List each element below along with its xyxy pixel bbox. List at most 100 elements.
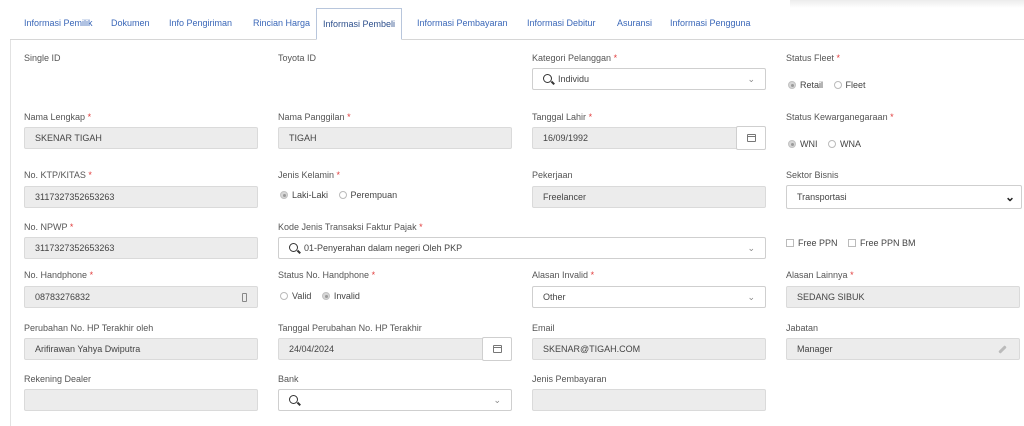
jabatan-field[interactable]: Manager: [786, 338, 1020, 360]
radio-laki-laki[interactable]: [280, 190, 288, 199]
radio-invalid[interactable]: [321, 291, 330, 300]
calendar-icon: [747, 134, 756, 142]
kode-faktur-select[interactable]: 01-Penyerahan dalam negeri Oleh PKP ⌄: [278, 237, 766, 259]
chevron-down-icon: ⌄: [747, 292, 755, 302]
radio-valid[interactable]: [280, 291, 288, 300]
tab-informasi-debitur[interactable]: Informasi Debitur: [527, 8, 596, 40]
jenis-pembayaran-field[interactable]: [532, 389, 766, 411]
nama-lengkap-label: Nama Lengkap *: [24, 112, 92, 122]
tanggal-lahir-label: Tanggal Lahir *: [532, 112, 593, 122]
ktp-field[interactable]: 3117327352653263: [24, 186, 258, 208]
chevron-down-icon: ⌄: [747, 74, 755, 84]
jenis-kelamin-label: Jenis Kelamin *: [278, 170, 341, 180]
chevron-down-icon: ⌄: [1004, 190, 1015, 204]
phone-icon: [242, 293, 247, 302]
tanggal-perubahan-field[interactable]: 24/04/2024: [278, 338, 484, 360]
bank-label: Bank: [278, 374, 299, 384]
free-ppn-label: Free PPN: [798, 238, 838, 248]
kategori-label: Kategori Pelanggan *: [532, 53, 618, 63]
kode-faktur-label: Kode Jenis Transaksi Faktur Pajak *: [278, 222, 423, 232]
radio-perempuan[interactable]: [338, 190, 347, 199]
chevron-down-icon: ⌄: [493, 395, 501, 405]
single-id-label: Single ID: [24, 53, 61, 63]
free-ppn-group: Free PPN Free PPN BM: [786, 236, 916, 250]
tab-informasi-pembayaran[interactable]: Informasi Pembayaran: [417, 8, 508, 40]
radio-wni[interactable]: [788, 139, 796, 148]
search-icon: [543, 74, 552, 84]
perubahan-oleh-label: Perubahan No. HP Terakhir oleh: [24, 323, 154, 333]
pekerjaan-field[interactable]: Freelancer: [532, 186, 766, 208]
tab-rincian-harga[interactable]: Rincian Harga: [253, 8, 310, 40]
alasan-invalid-label: Alasan Invalid *: [532, 270, 595, 280]
jenis-pembayaran-label: Jenis Pembayaran: [532, 374, 607, 384]
ktp-label: No. KTP/KITAS *: [24, 170, 92, 180]
pencil-icon: [998, 345, 1007, 354]
calendar-icon: [493, 345, 502, 353]
alasan-invalid-value: Other: [543, 292, 566, 302]
kewarganegaraan-group: WNI WNA: [788, 137, 861, 151]
sektor-bisnis-select[interactable]: Transportasi ⌄: [786, 185, 1022, 209]
radio-valid-label: Valid: [292, 291, 312, 301]
tab-informasi-pembeli[interactable]: Informasi Pembeli: [316, 8, 403, 40]
tab-informasi-pengguna[interactable]: Informasi Pengguna: [670, 8, 751, 40]
radio-retail-label: Retail: [800, 80, 824, 90]
radio-laki-laki-label: Laki-Laki: [292, 190, 329, 200]
sektor-bisnis-value: Transportasi: [797, 192, 847, 202]
npwp-label: No. NPWP *: [24, 222, 74, 232]
alasan-lainnya-field[interactable]: SEDANG SIBUK: [786, 286, 1020, 308]
free-ppn-bm-label: Free PPN BM: [860, 238, 916, 248]
kategori-value: Individu: [558, 74, 590, 84]
radio-perempuan-label: Perempuan: [350, 190, 398, 200]
buyer-info-page: Informasi Pemilik Dokumen Info Pengirima…: [0, 0, 1024, 426]
status-hp-label: Status No. Handphone *: [278, 270, 376, 280]
handphone-label: No. Handphone *: [24, 270, 94, 280]
email-label: Email: [532, 323, 555, 333]
tanggal-lahir-calendar-button[interactable]: [736, 126, 766, 150]
handphone-field[interactable]: 08783276832: [24, 286, 258, 308]
radio-retail[interactable]: [788, 80, 796, 89]
radio-fleet[interactable]: [833, 80, 842, 89]
free-ppn-bm-checkbox[interactable]: [848, 238, 857, 247]
jenis-kelamin-group: Laki-Laki Perempuan: [280, 188, 397, 202]
status-fleet-label: Status Fleet *: [786, 53, 841, 63]
pekerjaan-label: Pekerjaan: [532, 170, 573, 180]
tab-bar: Informasi Pemilik Dokumen Info Pengirima…: [10, 8, 1024, 40]
rekening-field[interactable]: [24, 389, 258, 411]
kategori-select[interactable]: Individu ⌄: [532, 68, 766, 90]
perubahan-oleh-field[interactable]: Arifirawan Yahya Dwiputra: [24, 338, 258, 360]
top-shadow: [790, 0, 1024, 8]
tanggal-lahir-field[interactable]: 16/09/1992: [532, 127, 738, 149]
radio-wni-label: WNI: [800, 139, 818, 149]
handphone-value: 08783276832: [35, 292, 91, 302]
free-ppn-checkbox[interactable]: [786, 238, 794, 247]
rekening-label: Rekening Dealer: [24, 374, 92, 384]
status-hp-group: Valid Invalid: [280, 289, 360, 303]
tanggal-perubahan-calendar-button[interactable]: [482, 337, 512, 361]
jabatan-value: Manager: [797, 344, 833, 354]
kewarganegaraan-label: Status Kewarganegaraan *: [786, 112, 894, 122]
tab-asuransi[interactable]: Asuransi: [617, 8, 652, 40]
content-border: [10, 40, 11, 426]
search-icon: [289, 243, 298, 253]
radio-fleet-label: Fleet: [845, 80, 866, 90]
sektor-bisnis-label: Sektor Bisnis: [786, 170, 839, 180]
kode-faktur-value: 01-Penyerahan dalam negeri Oleh PKP: [304, 243, 463, 253]
tab-informasi-pemilik[interactable]: Informasi Pemilik: [24, 8, 93, 40]
nama-lengkap-field[interactable]: SKENAR TIGAH: [24, 127, 258, 149]
bank-select[interactable]: ⌄: [278, 389, 512, 411]
nama-panggilan-field[interactable]: TIGAH: [278, 127, 512, 149]
tanggal-perubahan-label: Tanggal Perubahan No. HP Terakhir: [278, 323, 422, 333]
npwp-field[interactable]: 3117327352653263: [24, 237, 258, 259]
toyota-id-label: Toyota ID: [278, 53, 317, 63]
jabatan-label: Jabatan: [786, 323, 819, 333]
radio-invalid-label: Invalid: [333, 291, 360, 301]
tab-info-pengiriman[interactable]: Info Pengiriman: [169, 8, 232, 40]
status-fleet-group: Retail Fleet: [788, 78, 866, 92]
search-icon: [289, 395, 298, 405]
alasan-lainnya-label: Alasan Lainnya *: [786, 270, 854, 280]
alasan-invalid-select[interactable]: Other ⌄: [532, 286, 766, 308]
chevron-down-icon: ⌄: [747, 243, 755, 253]
email-field[interactable]: SKENAR@TIGAH.COM: [532, 338, 766, 360]
radio-wna[interactable]: [828, 139, 837, 148]
tab-dokumen[interactable]: Dokumen: [111, 8, 150, 40]
